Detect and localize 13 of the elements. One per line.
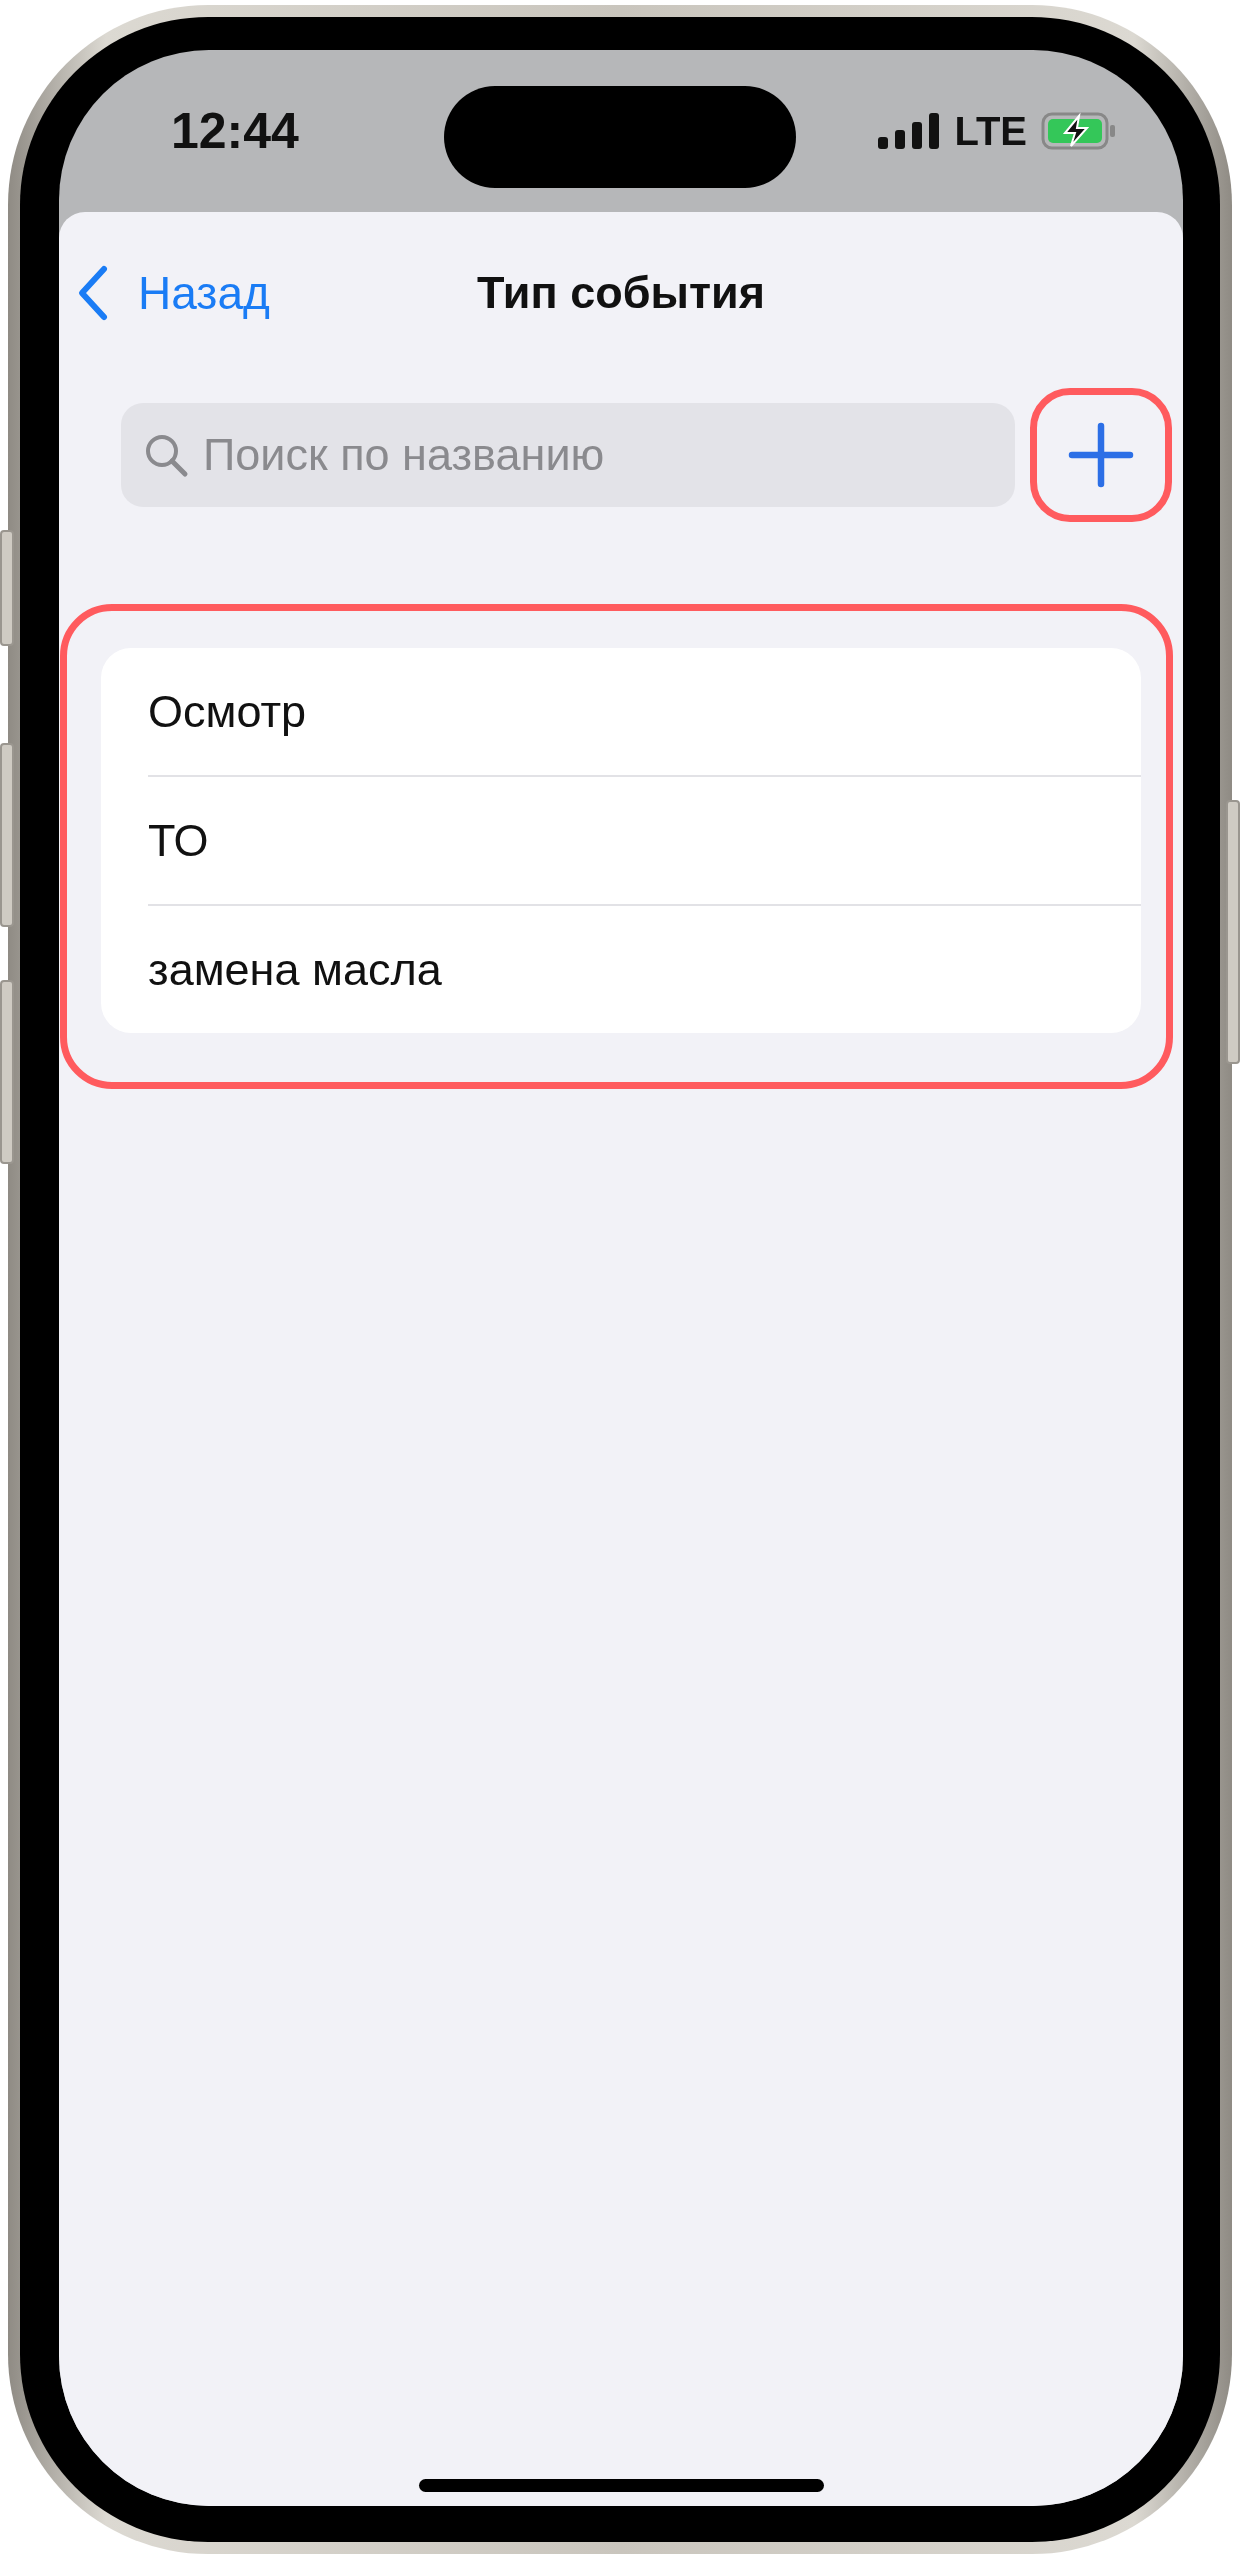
search-field[interactable]: Поиск по названию bbox=[121, 403, 1015, 507]
signal-icon bbox=[878, 113, 941, 149]
screen-title: Тип события bbox=[477, 267, 765, 319]
chevron-left-icon bbox=[76, 264, 110, 322]
status-time: 12:44 bbox=[171, 102, 299, 160]
list-item[interactable]: Осмотр bbox=[148, 648, 1141, 775]
list-item[interactable]: ТО bbox=[148, 777, 1141, 904]
plus-icon bbox=[1068, 422, 1134, 488]
add-button[interactable] bbox=[1030, 388, 1172, 522]
list-item[interactable]: замена масла bbox=[148, 906, 1141, 1033]
back-button[interactable]: Назад bbox=[76, 264, 270, 322]
search-icon bbox=[143, 432, 189, 478]
network-label: LTE bbox=[954, 108, 1027, 154]
